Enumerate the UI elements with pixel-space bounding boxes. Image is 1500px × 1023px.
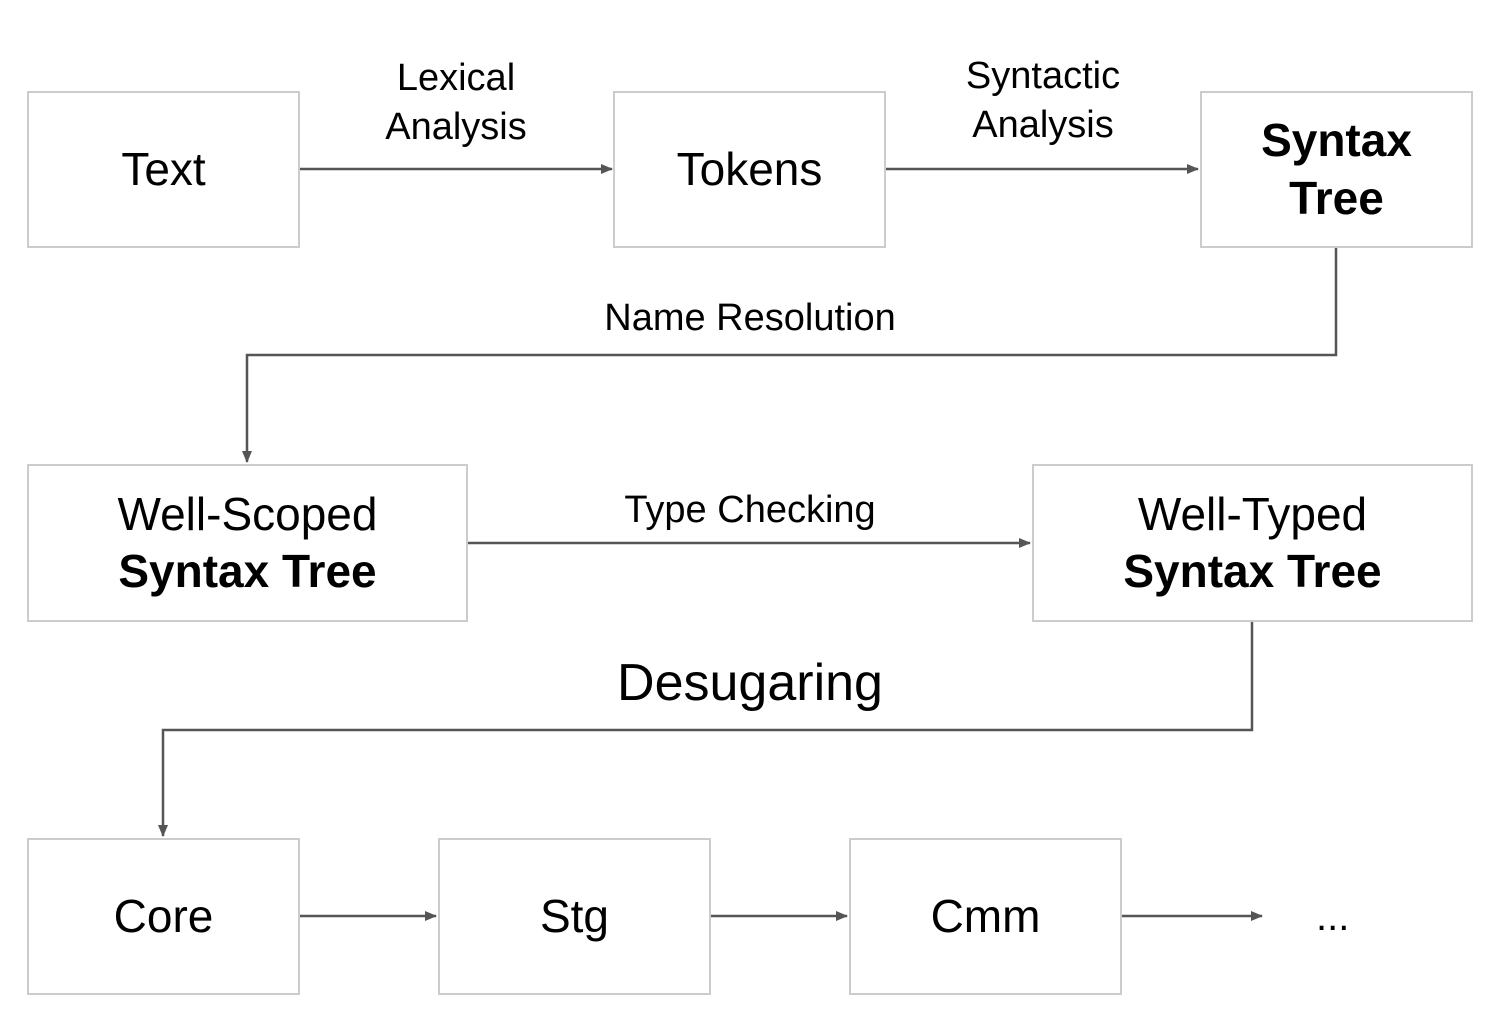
node-cmm-label: Cmm (930, 889, 1041, 942)
node-tokens-label: Tokens (676, 142, 823, 195)
edge-label-lexical: Lexical Analysis (356, 54, 556, 153)
edge-label-lexical-line2: Analysis (385, 106, 527, 149)
node-syntax-tree-line2: Tree (1289, 171, 1384, 224)
node-syntax-tree-line1: Syntax (1261, 114, 1412, 166)
node-tokens: Tokens (613, 91, 886, 248)
edge-label-lexical-line1: Lexical (396, 57, 516, 99)
node-more: ... (1316, 895, 1350, 939)
node-well-scoped-line1: Well-Scoped (117, 487, 378, 540)
edge-label-syntactic: Syntactic Analysis (933, 52, 1153, 151)
node-core-label: Core (113, 889, 214, 942)
edge-label-name-resolution: Name Resolution (604, 297, 896, 339)
node-stg-label: Stg (539, 889, 610, 942)
edge-label-desugaring: Desugaring (617, 654, 883, 712)
edge-syntax-wellscoped (242, 248, 1338, 463)
node-text-label: Text (121, 142, 206, 195)
node-well-typed: Well-Typed Syntax Tree (1032, 464, 1473, 622)
node-core: Core (27, 838, 300, 995)
node-well-typed-line1: Well-Typed (1137, 487, 1368, 540)
node-well-typed-line2: Syntax Tree (1123, 545, 1382, 597)
node-stg: Stg (438, 838, 711, 995)
node-text: Text (27, 91, 300, 248)
node-well-scoped-line2: Syntax Tree (118, 545, 377, 597)
edge-label-syntactic-line1: Syntactic (965, 55, 1121, 97)
edge-label-type-checking: Type Checking (624, 489, 876, 531)
node-cmm: Cmm (849, 838, 1122, 995)
node-syntax-tree: Syntax Tree (1200, 91, 1473, 248)
node-well-scoped: Well-Scoped Syntax Tree (27, 464, 468, 622)
edge-label-syntactic-line2: Analysis (972, 104, 1114, 147)
